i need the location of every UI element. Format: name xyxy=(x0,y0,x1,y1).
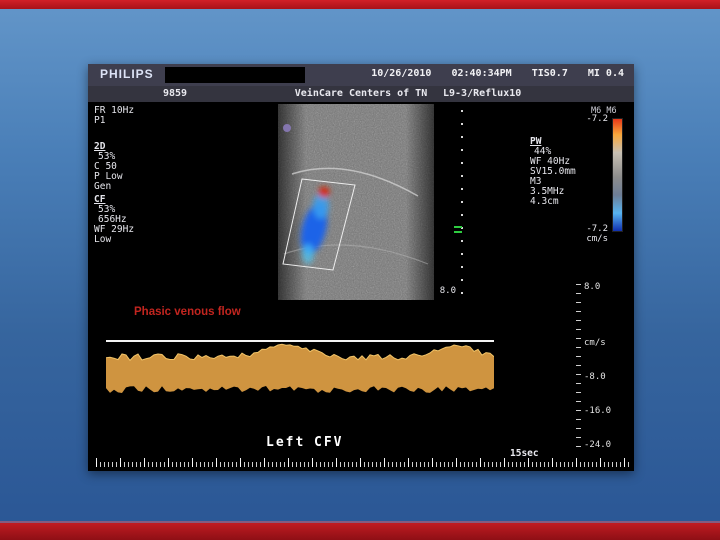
time-ruler-fine-ticks xyxy=(96,462,630,467)
philips-logo: PHILIPS xyxy=(100,67,154,81)
spectral-scale-neg8: -8.0 xyxy=(584,372,606,382)
2d-resolution: Gen xyxy=(94,181,112,192)
exam-id: 9859 xyxy=(163,88,188,99)
patient-name-redacted xyxy=(165,67,305,83)
slide-top-red-bar xyxy=(0,0,720,9)
transducer-preset: L9-3/Reflux10 xyxy=(443,88,522,99)
color-scale-unit: cm/s xyxy=(586,234,608,244)
p1-label: P1 xyxy=(94,115,106,126)
exam-datetime: 10/26/2010 02:40:34PM TIS0.7 MI 0.4 xyxy=(357,68,624,80)
slide-bottom-red-bar xyxy=(0,523,720,540)
cf-params: CF 53% 656Hz WF 29Hz Low xyxy=(94,194,134,245)
depth-ruler xyxy=(461,110,463,296)
tis-value: TIS0.7 xyxy=(531,68,568,79)
cf-flow-setting: Low xyxy=(94,234,112,245)
annotation-text: Phasic venous flow xyxy=(134,306,241,318)
machine-header-bar: PHILIPS 10/26/2010 02:40:34PM TIS0.7 MI … xyxy=(88,64,634,86)
color-scale-top-value: -7.2 xyxy=(586,114,608,124)
2d-params: 2D 53% C 50 P Low Gen xyxy=(94,141,123,192)
spectral-scale-ticks xyxy=(576,284,581,452)
laterality-label: Left xyxy=(266,435,306,450)
slide: { "header": { "brand": "PHILIPS", "date"… xyxy=(0,0,720,540)
depth-max-label: 8.0 xyxy=(439,286,456,296)
exam-time: 02:40:34PM xyxy=(451,68,512,79)
pw-params: PW 44% WF 40Hz SV15.0mm M3 3.5MHz 4.3cm xyxy=(530,136,576,207)
orientation-marker-icon xyxy=(283,124,291,132)
spectral-scale-8: 8.0 xyxy=(584,282,601,292)
pw-depth: 4.3cm xyxy=(530,196,559,207)
spectral-scale-neg16: -16.0 xyxy=(584,406,612,416)
color-scale-bottom-value: -7.2 xyxy=(586,224,608,234)
pw-gate-marker xyxy=(454,226,462,228)
spectral-waveform-shape xyxy=(106,344,494,393)
2d-ultrasound-image xyxy=(278,104,434,300)
spectral-scale-neg24: -24.0 xyxy=(584,440,612,450)
frame-rate-params: FR 10Hz P1 xyxy=(94,105,134,126)
spectral-scale-unit: cm/s xyxy=(584,338,606,348)
mi-value: MI 0.4 xyxy=(587,68,624,79)
spectral-waveform xyxy=(106,343,494,393)
exam-info-bar: VeinCare Centers of TN 9859 L9-3/Reflux1… xyxy=(88,86,634,102)
color-doppler-scale-bar xyxy=(612,118,623,232)
ultrasound-screenshot: PHILIPS 10/26/2010 02:40:34PM TIS0.7 MI … xyxy=(88,64,634,471)
vessel-label: CFV xyxy=(314,435,344,450)
exam-date: 10/26/2010 xyxy=(371,68,432,79)
